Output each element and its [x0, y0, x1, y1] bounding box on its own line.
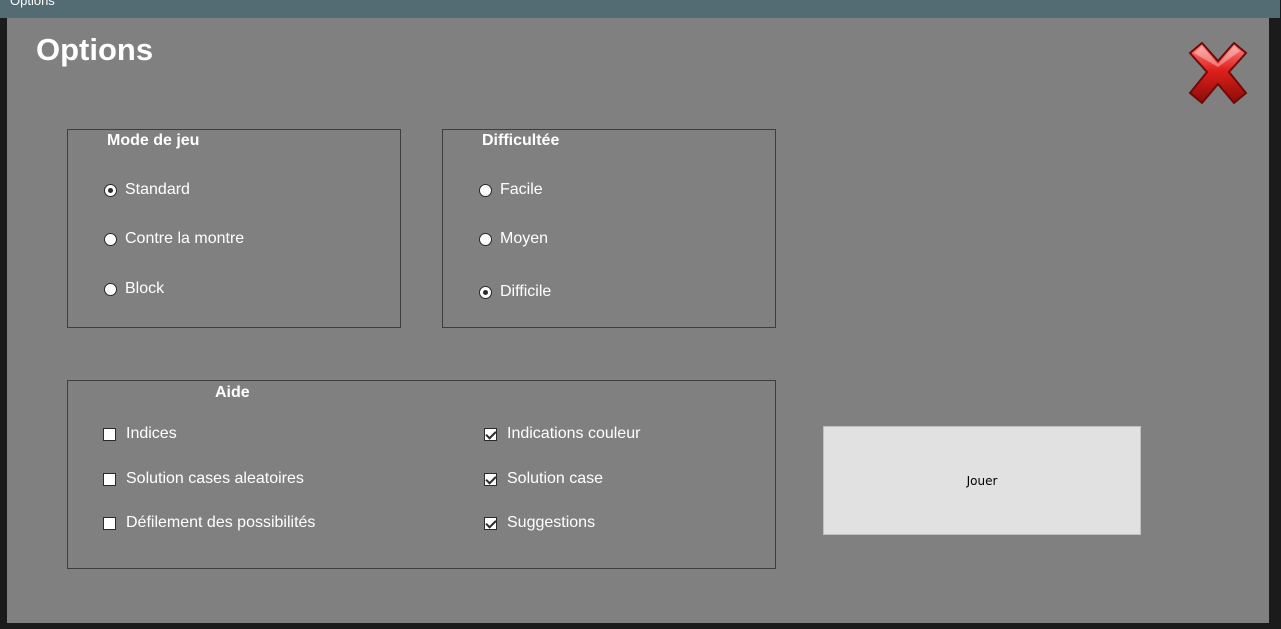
close-x-icon	[1188, 41, 1248, 105]
checkbox-label: Indices	[126, 425, 177, 442]
checkbox-indices[interactable]: Indices	[103, 425, 177, 443]
radio-contre-la-montre[interactable]: Contre la montre	[104, 230, 244, 248]
checkbox-label: Suggestions	[507, 514, 596, 531]
radio-button[interactable]	[104, 232, 117, 246]
radio-button[interactable]	[479, 232, 492, 246]
checkbox[interactable]	[484, 427, 497, 441]
radio-facile[interactable]: Facile	[479, 181, 543, 199]
radio-button[interactable]	[479, 285, 492, 299]
checkbox-solution-cases-aleatoires[interactable]: Solution cases aleatoires	[103, 470, 304, 488]
checkbox-label: Solution case	[507, 470, 604, 487]
checkbox[interactable]	[484, 472, 497, 486]
radio-label: Block	[125, 280, 165, 297]
radio-button[interactable]	[479, 183, 492, 197]
radio-label: Contre la montre	[125, 230, 245, 247]
radio-block[interactable]: Block	[104, 280, 164, 298]
checkbox-label: Indications couleur	[507, 425, 641, 442]
help-title: Aide	[215, 384, 250, 401]
checkbox-suggestions[interactable]: Suggestions	[484, 514, 595, 532]
radio-difficile[interactable]: Difficile	[479, 283, 551, 301]
radio-label: Standard	[125, 181, 190, 198]
radio-label: Moyen	[500, 230, 549, 247]
game-mode-group	[67, 129, 401, 328]
radio-moyen[interactable]: Moyen	[479, 230, 548, 248]
page-title: Options	[36, 32, 154, 67]
close-button[interactable]	[1180, 37, 1256, 109]
checkbox[interactable]	[484, 516, 497, 530]
checkbox-indications-couleur[interactable]: Indications couleur	[484, 425, 640, 443]
checkbox[interactable]	[103, 472, 116, 486]
options-window: Options Mode de jeu Standard Contre la m…	[7, 18, 1269, 623]
checkbox-solution-case[interactable]: Solution case	[484, 470, 603, 488]
play-button[interactable]: Jouer	[823, 426, 1141, 535]
radio-label: Difficile	[500, 283, 552, 300]
radio-button[interactable]	[104, 282, 117, 296]
window-titlebar: Options	[0, 0, 1280, 18]
checkbox[interactable]	[103, 516, 116, 530]
checkbox[interactable]	[103, 427, 116, 441]
checkbox-label: Défilement des possibilités	[126, 514, 316, 531]
radio-standard[interactable]: Standard	[104, 181, 190, 199]
difficulty-title: Difficultée	[482, 132, 560, 149]
checkbox-label: Solution cases aleatoires	[126, 470, 304, 487]
window-title: Options	[10, 0, 55, 8]
checkbox-defilement-des-possibilites[interactable]: Défilement des possibilités	[103, 514, 315, 532]
radio-label: Facile	[500, 181, 543, 198]
radio-button[interactable]	[104, 183, 117, 197]
game-mode-title: Mode de jeu	[107, 132, 200, 149]
